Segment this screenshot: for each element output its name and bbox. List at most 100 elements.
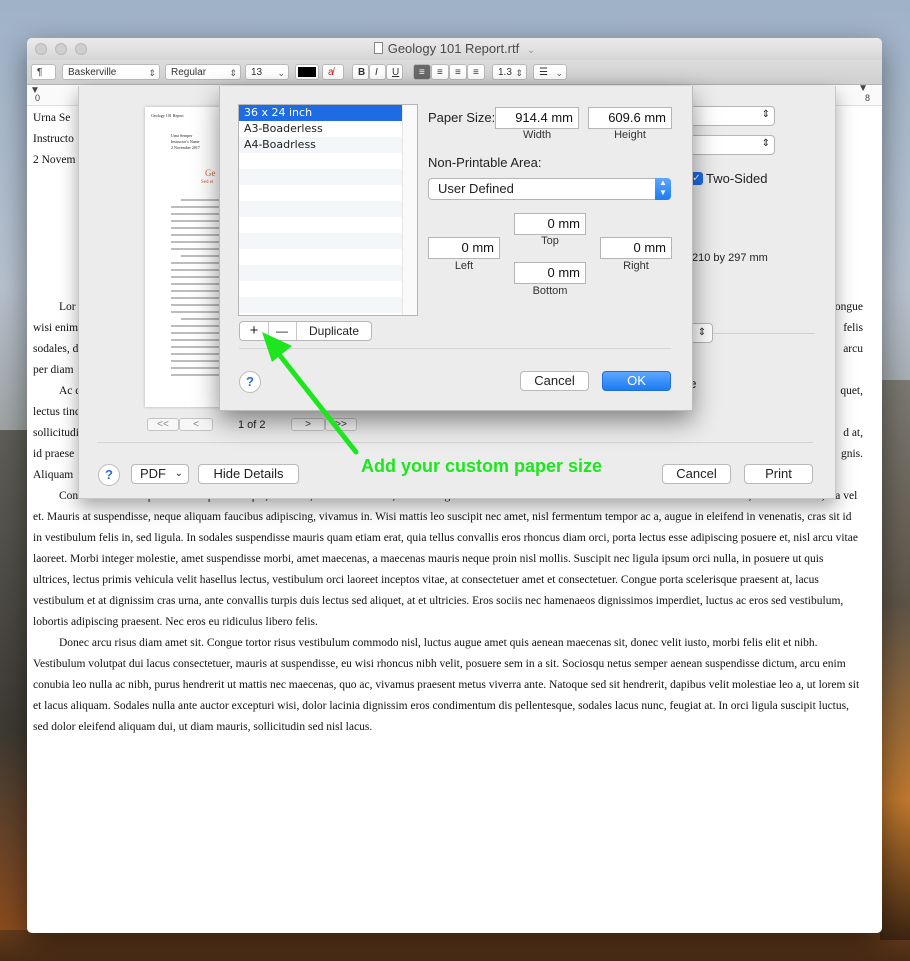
annotation-text: Add your custom paper size [361,456,603,476]
help-button[interactable]: ? [98,464,120,486]
list-item-empty [239,185,417,201]
non-printable-area-select[interactable]: User Defined ▲ ▼ [428,178,671,200]
preview-heading-block: Urna Semper Instructor's Name 2 November… [171,133,200,151]
chevron-right-icon: > [305,419,311,430]
italic-label: I [375,67,378,78]
bottom-margin-input[interactable]: 0 mm [514,262,586,284]
format-toolbar: ¶ Baskerville ⇕ Regular ⇕ 13 ⌄ a̸ B I U ≡ ≡… [27,60,882,85]
background-color-button[interactable]: a̸ [322,64,344,80]
preview-title: Ge [205,168,216,178]
question-icon: ? [105,467,113,482]
align-justify-button[interactable]: ≡ [467,64,485,80]
zoom-window-button[interactable] [75,43,87,55]
left-margin-input[interactable]: 0 mm [428,237,500,259]
first-page-button[interactable]: << [147,418,179,431]
align-right-button[interactable]: ≡ [449,64,467,80]
paper-size-list[interactable]: 36 x 24 inch A3-Boaderless A4-Boadrless [238,104,418,316]
ok-button[interactable]: OK [602,371,671,391]
align-left-button[interactable]: ≡ [413,64,431,80]
preview-subtitle: Sed et [201,180,214,185]
text-fragment: gnis. [840,448,863,460]
text-fragment [835,402,863,423]
add-paper-size-button[interactable]: + [240,322,269,340]
hide-details-button[interactable]: Hide Details [198,464,299,484]
chevron-updown-icon: ⇕ [148,68,156,78]
top-label: Top [541,235,559,247]
text-fragment [835,360,863,381]
print-label: Print [765,466,792,481]
right-fragments: ongue felis arcu quet, d at, gnis. [835,297,863,465]
text-color-well[interactable] [295,64,319,80]
list-item[interactable]: 36 x 24 inch [239,105,417,121]
list-scrollbar[interactable] [402,105,417,315]
page-indicator: 1 of 2 [238,419,266,431]
paper-dims-label: 210 by 297 mm [692,252,768,264]
bold-label: B [358,67,366,78]
remove-paper-size-button[interactable]: — [268,322,297,340]
paragraph-styles-button[interactable]: ¶ [31,64,56,80]
underline-button[interactable]: U [386,64,403,80]
title-bar[interactable]: Geology 101 Report.rtf ⌄ [27,38,882,60]
presets-select[interactable]: ⇕ [689,135,775,155]
chevron-down-icon: ⌄ [555,68,563,78]
desktop-wallpaper-right [880,380,910,940]
italic-button[interactable]: I [369,64,386,80]
list-item-empty [239,265,417,281]
list-item-empty [239,169,417,185]
font-size-value: 13 [251,67,263,78]
width-label: Width [522,129,552,141]
list-item[interactable]: A3-Boaderless [239,121,417,137]
font-style-select[interactable]: Regular ⇕ [165,64,241,80]
right-label: Right [623,260,649,272]
top-margin-input[interactable]: 0 mm [514,213,586,235]
left-label: Left [454,260,474,272]
preview-date: 2 November 2017 [171,145,200,150]
pdf-menu-button[interactable]: PDF ⌄ [131,464,189,484]
list-icon: ☰ [539,67,548,78]
font-family-select[interactable]: Baskerville ⇕ [62,64,160,80]
chevron-updown-icon: ⇕ [761,138,770,149]
scale-stepper[interactable]: ⇕ [691,323,713,343]
bold-button[interactable]: B [352,64,369,80]
print-cancel-button[interactable]: Cancel [662,464,731,484]
list-item-empty [239,201,417,217]
minimize-window-button[interactable] [55,43,67,55]
previous-page-button[interactable]: < [179,418,213,431]
list-style-select[interactable]: ☰ ⌄ [533,64,567,80]
duplicate-button[interactable]: Duplicate [296,322,372,340]
paper-height-input[interactable]: 609.6 mm [588,107,672,129]
hide-details-label: Hide Details [213,466,284,481]
close-window-button[interactable] [35,43,47,55]
help-button[interactable]: ? [239,371,261,393]
cancel-label: Cancel [534,373,575,388]
desktop-wallpaper-left [0,430,30,930]
print-button[interactable]: Print [744,464,813,484]
underline-label: U [392,67,400,78]
align-center-button[interactable]: ≡ [431,64,449,80]
double-chevron-left-icon: << [157,419,169,430]
list-item-empty [239,217,417,233]
pdf-label: PDF [140,466,166,481]
next-page-button[interactable]: > [291,418,325,431]
body-paragraph: Donec arcu risus diam amet sit. Congue t… [33,637,860,733]
ok-label: OK [627,373,646,388]
custom-cancel-button[interactable]: Cancel [520,371,589,391]
font-size-field[interactable]: 13 ⌄ [245,64,289,80]
right-margin-input[interactable]: 0 mm [600,237,672,259]
chevron-down-icon[interactable]: ⌄ [527,45,535,56]
paper-width-input[interactable]: 914.4 mm [495,107,579,129]
custom-paper-sizes-dialog: 36 x 24 inch A3-Boaderless A4-Boadrless … [219,86,693,411]
list-item-empty [239,233,417,249]
chevron-updown-icon: ▲ ▼ [655,178,671,200]
non-printable-area-value: User Defined [438,181,514,196]
bottom-label: Bottom [532,285,568,297]
chevron-down-icon: ⌄ [277,68,285,78]
right-margin-marker-icon[interactable]: ▼ [858,83,868,94]
last-page-button[interactable]: >> [325,418,357,431]
font-style-value: Regular [171,67,207,78]
line-spacing-select[interactable]: 1.3 ⇕ [492,64,527,80]
chevron-down-icon: ⌄ [174,468,183,479]
list-item[interactable]: A4-Boadrless [239,137,417,153]
list-item-empty [239,281,417,297]
printer-select[interactable]: ⇕ [689,106,775,126]
